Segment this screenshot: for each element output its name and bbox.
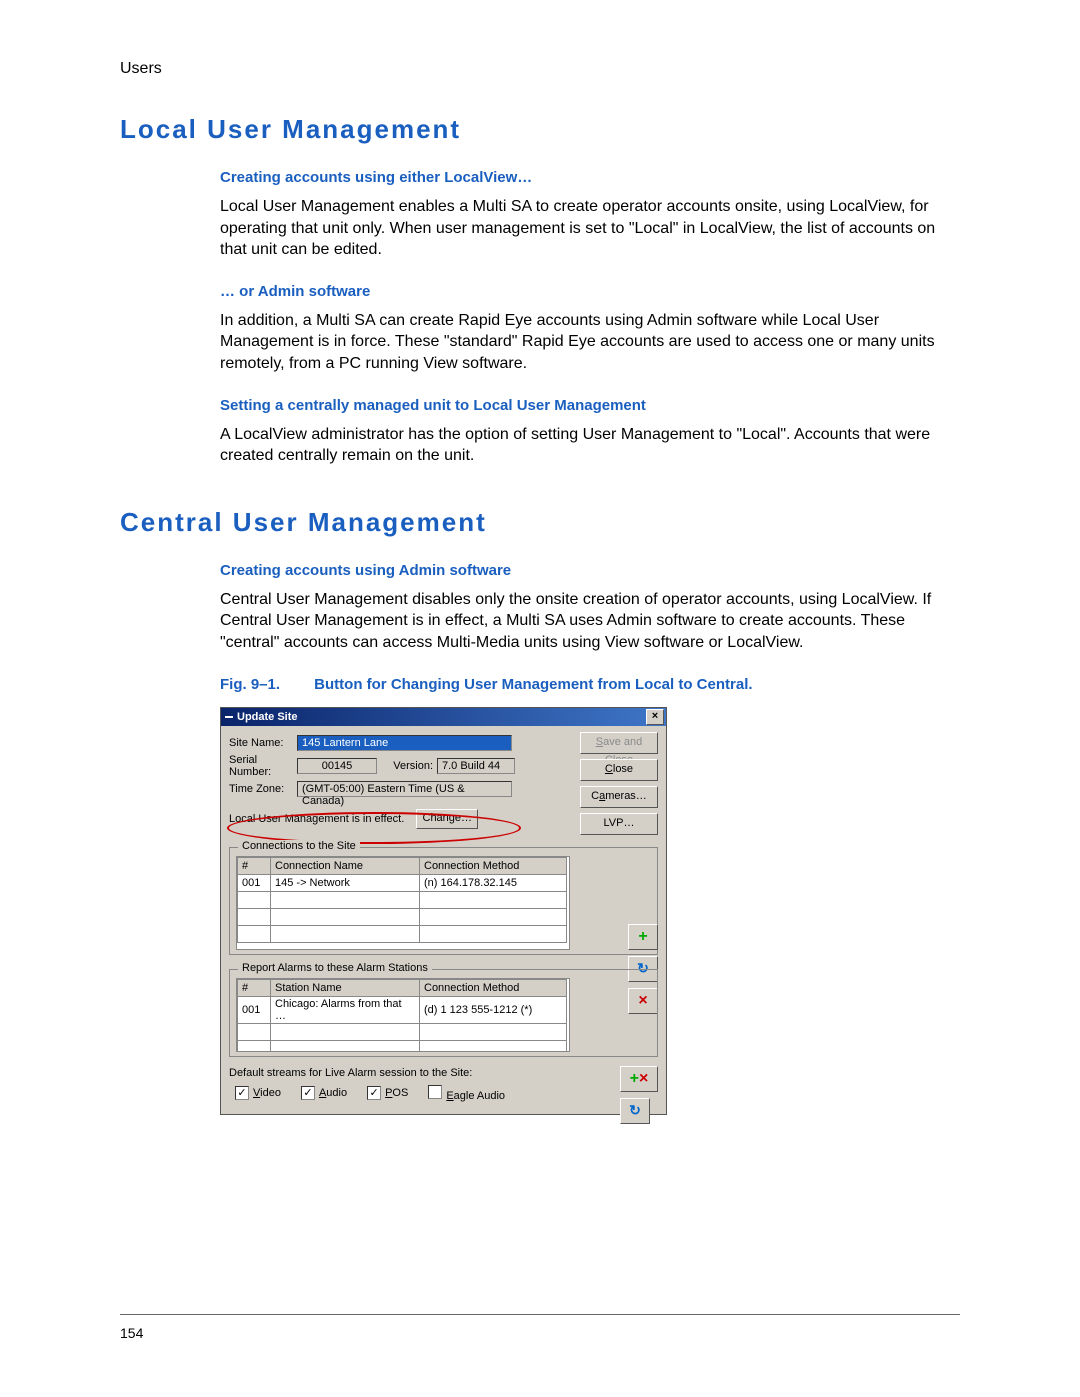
time-zone-field[interactable]: (GMT-05:00) Eastern Time (US & Canada) — [297, 781, 512, 797]
user-management-status: Local User Management is in effect. — [229, 813, 404, 825]
plus-icon: + — [630, 1070, 639, 1088]
eagle-audio-checkbox[interactable]: Eagle Audio — [428, 1085, 505, 1102]
checkbox-icon — [428, 1085, 442, 1099]
figure-caption-text: Button for Changing User Management from… — [314, 676, 752, 693]
col-station-name[interactable]: Station Name — [271, 979, 420, 996]
add-connection-button[interactable]: + — [628, 924, 658, 950]
checkbox-icon — [367, 1086, 381, 1100]
checkbox-icon — [301, 1086, 315, 1100]
checkbox-icon — [235, 1086, 249, 1100]
video-checkbox[interactable]: Video — [235, 1086, 281, 1100]
refresh-icon: ↻ — [629, 1102, 641, 1119]
dialog-titlebar[interactable]: Update Site × — [221, 708, 666, 726]
para-local-1: Local User Management enables a Multi SA… — [220, 196, 940, 261]
version-field: 7.0 Build 44 — [437, 758, 515, 774]
x-icon: × — [639, 1070, 648, 1088]
dialog-title: Update Site — [237, 711, 298, 723]
edit-alarm-button[interactable]: ↻ — [620, 1098, 650, 1124]
change-button[interactable]: Change… — [416, 809, 478, 829]
pos-checkbox[interactable]: POS — [367, 1086, 408, 1100]
para-local-3: A LocalView administrator has the option… — [220, 424, 940, 467]
subhead-localview: Creating accounts using either LocalView… — [220, 169, 940, 186]
close-icon[interactable]: × — [646, 709, 664, 725]
heading-central-user-management: Central User Management — [120, 507, 960, 538]
col-conn-name[interactable]: Connection Name — [271, 857, 420, 874]
figure-caption: Fig. 9–1. Button for Changing User Manag… — [220, 676, 940, 693]
subhead-central-admin: Creating accounts using Admin software — [220, 562, 940, 579]
heading-local-user-management: Local User Management — [120, 114, 960, 145]
breadcrumb: Users — [120, 60, 960, 78]
col-num[interactable]: # — [238, 979, 271, 996]
page-footer: 154 — [120, 1314, 960, 1341]
label-time-zone: Time Zone: — [229, 783, 297, 795]
serial-number-field: 00145 — [297, 758, 377, 774]
table-row[interactable]: 001 145 -> Network (n) 164.178.32.145 — [238, 874, 567, 891]
page-number: 154 — [120, 1325, 143, 1341]
plus-icon: + — [638, 928, 647, 946]
para-central-1: Central User Management disables only th… — [220, 589, 940, 654]
col-conn-method[interactable]: Connection Method — [420, 857, 567, 874]
connections-table[interactable]: # Connection Name Connection Method 001 … — [237, 857, 567, 943]
audio-checkbox[interactable]: Audio — [301, 1086, 347, 1100]
label-site-name: Site Name: — [229, 737, 297, 749]
lvp-button[interactable]: LVP… — [580, 813, 658, 835]
save-and-close-button[interactable]: Save and Close — [580, 732, 658, 754]
label-serial-number: Serial Number: — [229, 754, 297, 778]
window-minimize-icon — [225, 716, 233, 718]
subhead-admin-software: … or Admin software — [220, 283, 940, 300]
subhead-set-local: Setting a centrally managed unit to Loca… — [220, 397, 940, 414]
default-streams-label: Default streams for Live Alarm session t… — [229, 1067, 658, 1079]
connections-legend: Connections to the Site — [238, 840, 360, 852]
alarms-legend: Report Alarms to these Alarm Stations — [238, 962, 432, 974]
para-local-2: In addition, a Multi SA can create Rapid… — [220, 310, 940, 375]
update-site-dialog: Update Site × Save and Close Close Camer… — [220, 707, 667, 1115]
col-num[interactable]: # — [238, 857, 271, 874]
alarm-stations-table[interactable]: # Station Name Connection Method 001 Chi… — [237, 979, 567, 1052]
col-station-method[interactable]: Connection Method — [420, 979, 567, 996]
close-button[interactable]: Close — [580, 759, 658, 781]
add-remove-alarm-button[interactable]: +× — [620, 1066, 658, 1092]
label-version: Version: — [383, 760, 437, 772]
table-row[interactable]: 001 Chicago: Alarms from that … (d) 1 12… — [238, 996, 567, 1023]
site-name-field[interactable]: 145 Lantern Lane — [297, 735, 512, 751]
figure-update-site-dialog: Update Site × Save and Close Close Camer… — [220, 707, 960, 1115]
figure-number: Fig. 9–1. — [220, 676, 310, 693]
cameras-button[interactable]: Cameras… — [580, 786, 658, 808]
